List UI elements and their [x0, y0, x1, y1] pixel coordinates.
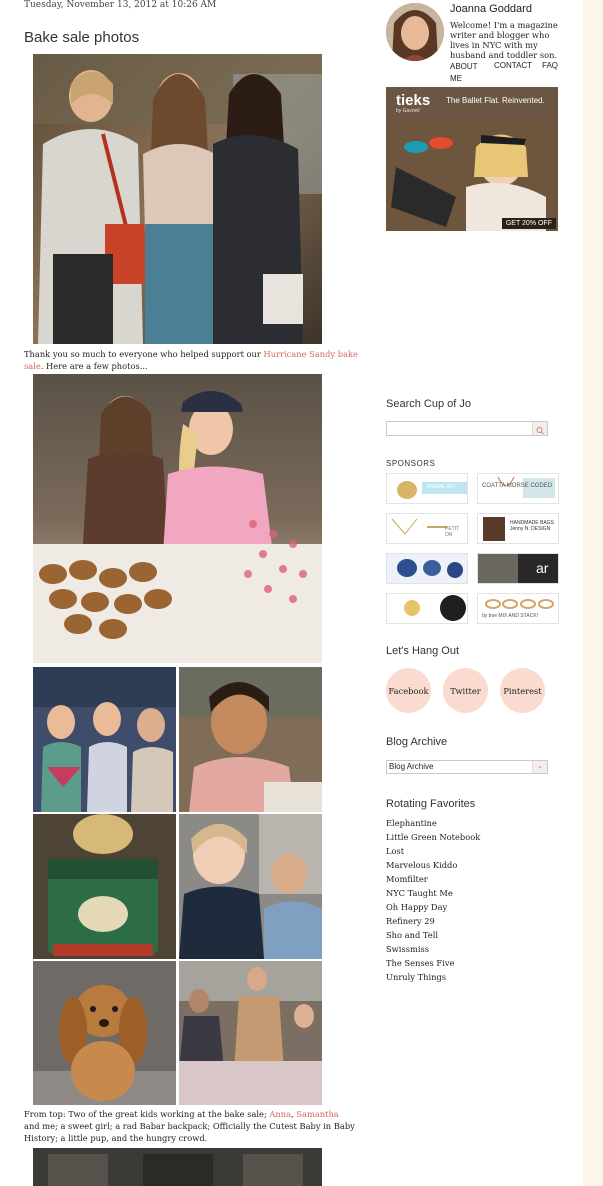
anna-link[interactable]: Anna [269, 1109, 291, 1119]
pinterest-button[interactable]: Pinterest [500, 668, 545, 713]
ad-brand-sub: by Gavrieli [396, 108, 420, 114]
author-avatar[interactable] [386, 3, 444, 61]
fav-link[interactable]: Swissmiss [386, 944, 429, 954]
sponsor-ar[interactable]: ar [477, 553, 559, 584]
nav-faq[interactable]: FAQ [542, 61, 558, 70]
post-date: Tuesday, November 13, 2012 at 10:26 AM [24, 0, 217, 10]
fav-link[interactable]: Elephantine [386, 818, 437, 828]
fav-link[interactable]: NYC Taught Me [386, 888, 453, 898]
chevron-down-icon: ⌄ [532, 761, 547, 773]
nav-about-me[interactable]: ABOUT ME [450, 61, 480, 85]
sponsor-label: by boe MIX AND STACK! [482, 613, 539, 619]
sponsor-of-a-kind[interactable] [386, 593, 468, 624]
ad-cta[interactable]: GET 20% OFF [501, 218, 556, 229]
fav-link[interactable]: Marvelous Kiddo [386, 860, 457, 870]
facebook-button[interactable]: Facebook [386, 668, 431, 713]
search-input[interactable] [386, 421, 548, 436]
photo-three-women [33, 54, 322, 344]
photo-two-girls [33, 374, 322, 663]
search-title: Search Cup of Jo [386, 398, 471, 410]
fav-link[interactable]: Unruly Things [386, 972, 446, 982]
photo-sweet-girl [179, 667, 322, 812]
fav-link[interactable]: Refinery 29 [386, 916, 435, 926]
photo-three-women-selfie [33, 667, 176, 812]
caption-text-end: and me; a sweet girl; a rad Babar backpa… [24, 1121, 355, 1143]
sponsor-label: ANIMAL ART [427, 484, 457, 490]
sponsor-animal-art[interactable]: ANIMAL ART [386, 473, 468, 504]
favorites-title: Rotating Favorites [386, 798, 476, 810]
tieks-ad[interactable]: tieks by Gavrieli The Ballet Flat. Reinv… [386, 87, 558, 231]
post-title[interactable]: Bake sale photos [24, 29, 139, 46]
sponsor-label: COATTA MORSE CODED [482, 483, 553, 489]
samantha-link[interactable]: Samantha [296, 1109, 338, 1119]
search-icon [536, 427, 544, 435]
fav-link[interactable]: Little Green Notebook [386, 832, 480, 842]
sponsor-label: HANDMADE BAGS Jenny N. DESIGN [510, 520, 554, 532]
author-bio: Welcome! I'm a magazine writer and blogg… [450, 20, 558, 60]
archive-select[interactable]: Blog Archive ⌄ [386, 760, 548, 774]
nav-contact[interactable]: CONTACT [494, 61, 532, 70]
archive-select-value: Blog Archive [389, 762, 434, 771]
background-strip [583, 0, 603, 1186]
sponsors-title: SPONSORS [386, 459, 436, 468]
archive-title: Blog Archive [386, 736, 448, 748]
sponsor-petit-or[interactable]: PETIT OR [386, 513, 468, 544]
fav-link[interactable]: The Senses Five [386, 958, 454, 968]
sponsor-jenny-n-design[interactable]: HANDMADE BAGS Jenny N. DESIGN [477, 513, 559, 544]
fav-link[interactable]: Lost [386, 846, 404, 856]
intro-text: Thank you so much to everyone who helped… [24, 349, 264, 359]
photo-little-pup [33, 961, 176, 1105]
search-button[interactable] [532, 422, 547, 435]
sponsor-coatta-morse[interactable]: COATTA MORSE CODED [477, 473, 559, 504]
sponsor-label: ar [536, 560, 549, 576]
sponsor-blue-items[interactable] [386, 553, 468, 584]
fav-link[interactable]: Sho and Tell [386, 930, 438, 940]
ad-brand: tieks [396, 92, 431, 109]
fav-link[interactable]: Oh Happy Day [386, 902, 447, 912]
post-caption: From top: Two of the great kids working … [24, 1108, 356, 1144]
post-intro-text: Thank you so much to everyone who helped… [24, 348, 364, 372]
photo-doorway [33, 1148, 322, 1186]
ad-tagline: The Ballet Flat. Reinvented. [446, 96, 545, 105]
photo-cutest-baby [179, 814, 322, 959]
hangout-title: Let's Hang Out [386, 645, 460, 657]
sponsor-by-boe[interactable]: by boe MIX AND STACK! [477, 593, 559, 624]
author-name: Joanna Goddard [450, 3, 532, 15]
intro-text-end: . Here are a few photos... [40, 361, 148, 371]
twitter-button[interactable]: Twitter [443, 668, 488, 713]
photo-babar-backpack [33, 814, 176, 959]
photo-hungry-crowd [179, 961, 322, 1105]
caption-text: From top: Two of the great kids working … [24, 1109, 270, 1119]
sponsor-label: PETIT OR [445, 526, 460, 538]
fav-link[interactable]: Momfilter [386, 874, 428, 884]
